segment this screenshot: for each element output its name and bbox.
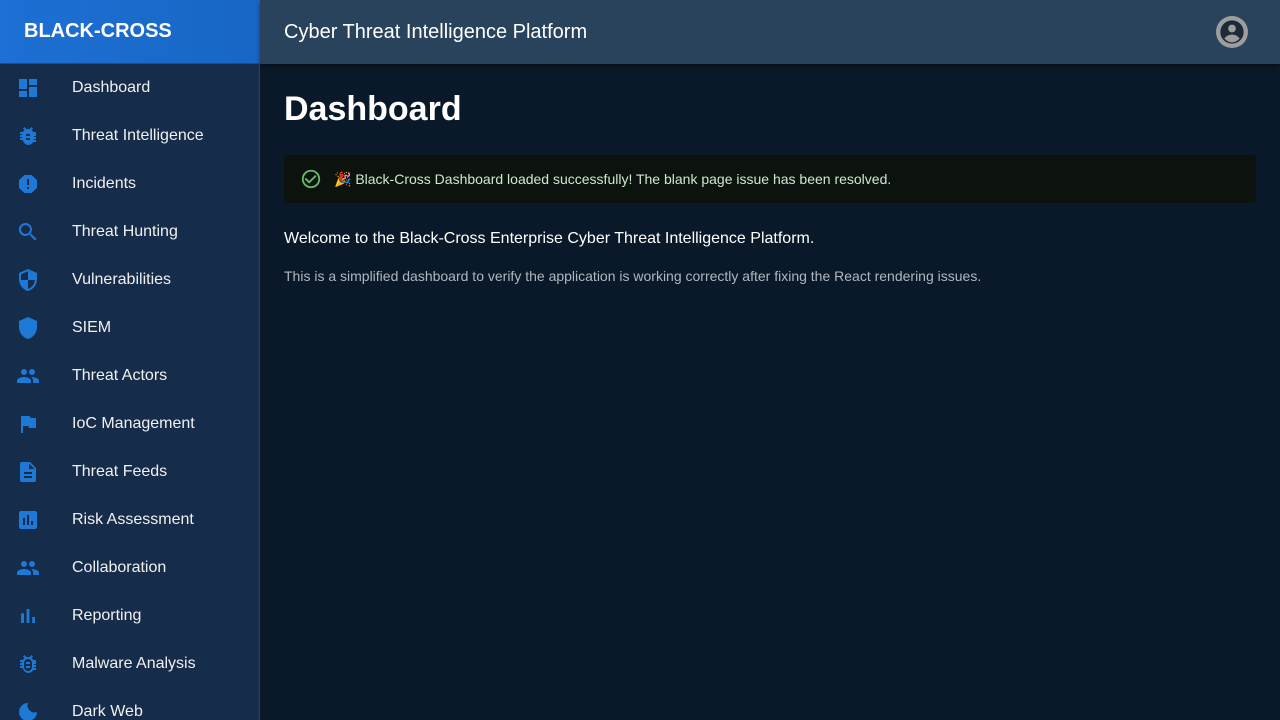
top-app-bar: Cyber Threat Intelligence Platform — [260, 0, 1280, 64]
sidebar-item-label: Dark Web — [72, 703, 143, 720]
sidebar-item-reporting[interactable]: Reporting — [0, 592, 259, 640]
people-icon — [17, 369, 39, 383]
check-circle-icon — [301, 169, 321, 189]
bug-icon — [20, 127, 36, 145]
search-icon — [18, 223, 37, 241]
flag-icon — [21, 416, 36, 433]
sidebar-item-dashboard[interactable]: Dashboard — [0, 64, 259, 112]
page-title: Dashboard — [284, 90, 462, 128]
sidebar-item-label: Dashboard — [72, 79, 151, 96]
sidebar-item-label: Threat Actors — [72, 367, 168, 384]
sidebar-item-label: Risk Assessment — [72, 511, 194, 528]
bar-chart-icon — [21, 609, 35, 623]
assessment-icon — [19, 511, 37, 529]
sidebar-item-label: IoC Management — [72, 415, 195, 432]
sidebar-item-threat-feeds[interactable]: Threat Feeds — [0, 448, 259, 496]
main-content: Dashboard 🎉 Black-Cross Dashboard loaded… — [260, 64, 1280, 720]
sidebar-item-threat-hunting[interactable]: Threat Hunting — [0, 208, 259, 256]
sidebar-item-label: Reporting — [72, 607, 142, 624]
brand-logo[interactable]: BLACK-CROSS — [0, 0, 260, 64]
sidebar-item-ioc-management[interactable]: IoC Management — [0, 400, 259, 448]
account-button[interactable] — [1216, 16, 1248, 48]
sidebar-item-siem[interactable]: SIEM — [0, 304, 259, 352]
sidebar-item-label: Incidents — [72, 175, 137, 192]
sidebar-item-label: SIEM — [72, 319, 112, 336]
sidebar-item-vulnerabilities[interactable]: Vulnerabilities — [0, 256, 259, 304]
sidebar-item-label: Collaboration — [72, 559, 167, 576]
sidebar-item-malware-analysis[interactable]: Malware Analysis — [0, 640, 259, 688]
sidebar-item-incidents[interactable]: Incidents — [0, 160, 259, 208]
sidebar-item-threat-intelligence[interactable]: Threat Intelligence — [0, 112, 259, 160]
sidebar-item-dark-web[interactable]: Dark Web — [0, 688, 259, 720]
bug-outline-icon — [20, 655, 36, 673]
group-icon — [17, 561, 39, 575]
sidebar-item-label: Threat Hunting — [72, 223, 178, 240]
sidebar-item-threat-actors[interactable]: Threat Actors — [0, 352, 259, 400]
sidebar-item-label: Threat Intelligence — [72, 127, 204, 144]
alert-message: 🎉 Black-Cross Dashboard loaded successfu… — [334, 170, 892, 187]
header-title: Cyber Threat Intelligence Platform — [284, 20, 588, 43]
welcome-text: Welcome to the Black-Cross Enterprise Cy… — [284, 230, 815, 247]
dashboard-icon — [19, 79, 37, 97]
report-icon — [19, 175, 37, 193]
account-circle-icon — [1220, 20, 1244, 44]
sidebar: Dashboard Threat Intelligence Incidents … — [0, 64, 260, 720]
sidebar-item-label: Malware Analysis — [72, 655, 196, 672]
security-icon — [19, 269, 37, 291]
success-alert: 🎉 Black-Cross Dashboard loaded successfu… — [284, 155, 1256, 203]
sidebar-item-label: Vulnerabilities — [72, 271, 172, 288]
moon-icon — [19, 703, 37, 720]
sidebar-item-risk-assessment[interactable]: Risk Assessment — [0, 496, 259, 544]
description-icon — [20, 462, 36, 482]
sidebar-item-collaboration[interactable]: Collaboration — [0, 544, 259, 592]
sidebar-item-label: Threat Feeds — [72, 463, 168, 480]
shield-icon — [19, 317, 37, 339]
description-text: This is a simplified dashboard to verify… — [284, 268, 982, 284]
